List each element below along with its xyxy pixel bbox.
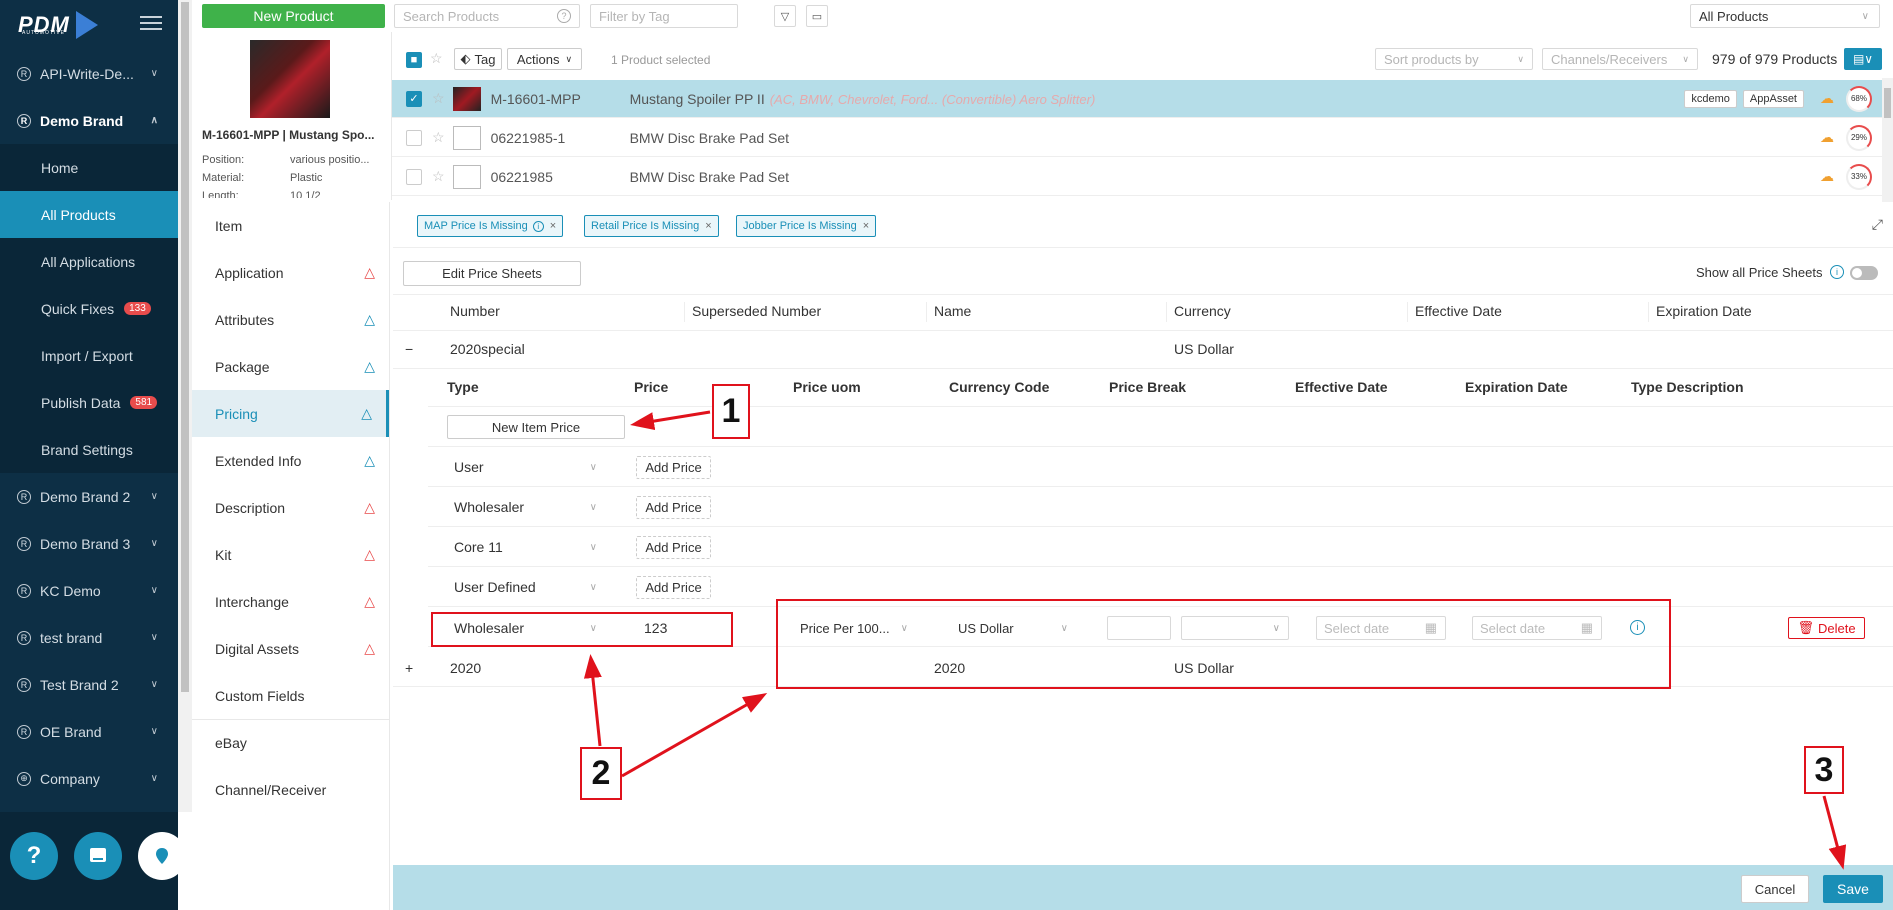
annotation-arrows xyxy=(583,410,1847,870)
